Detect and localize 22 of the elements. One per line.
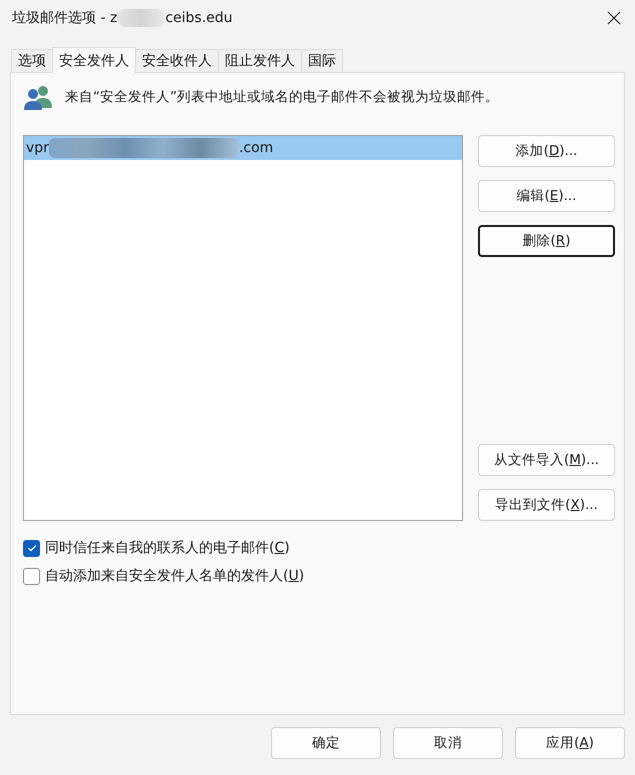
window-title: 垃圾邮件选项 - z ceibs.edu	[12, 9, 233, 27]
list-item[interactable]: vpr .com	[24, 136, 462, 160]
action-button[interactable]: 删除(R)	[478, 225, 615, 257]
action-button[interactable]: 从文件导入(M)...	[478, 444, 615, 476]
action-button[interactable]: 添加(D)...	[478, 135, 615, 167]
people-icon	[23, 84, 53, 110]
action-button[interactable]: 导出到文件(X)...	[478, 489, 615, 521]
tab[interactable]: 选项	[11, 49, 53, 72]
info-text: 来自“安全发件人”列表中地址或域名的电子邮件不会被视为垃圾邮件。	[65, 88, 499, 106]
sender-list[interactable]: vpr .com	[23, 135, 463, 521]
dialog-button[interactable]: 取消	[393, 727, 503, 759]
dialog-button[interactable]: 确定	[271, 727, 381, 759]
dialog-button[interactable]: 应用(A)	[515, 727, 625, 759]
action-button[interactable]: 编辑(E)...	[478, 180, 615, 212]
tab[interactable]: 国际	[301, 49, 343, 72]
checkbox-label[interactable]: 自动添加来自安全发件人名单的发件人(U)	[45, 567, 304, 585]
tab[interactable]: 安全发件人	[52, 47, 136, 73]
checkmark-icon	[26, 542, 38, 554]
checkbox-label[interactable]: 同时信任来自我的联系人的电子邮件(C)	[45, 539, 290, 557]
close-icon[interactable]	[607, 11, 621, 25]
checkbox[interactable]	[23, 568, 40, 584]
checkbox[interactable]	[23, 540, 40, 556]
